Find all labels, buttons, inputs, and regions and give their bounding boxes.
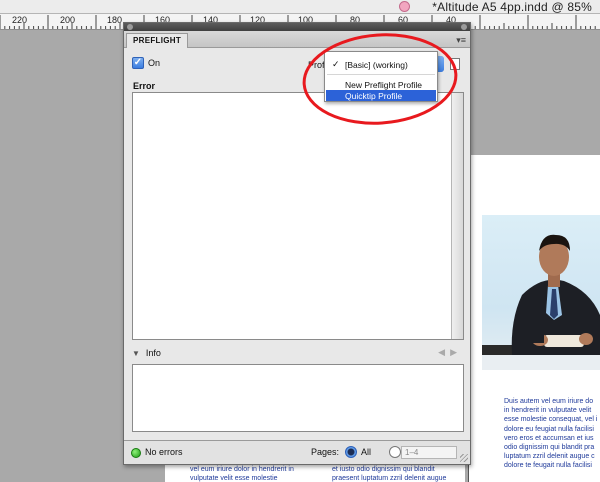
error-list-scrollbar[interactable] bbox=[451, 93, 463, 339]
menu-separator bbox=[327, 74, 435, 75]
define-profiles-icon[interactable] bbox=[450, 58, 460, 70]
menu-item-basic-working[interactable]: [Basic] (working) bbox=[345, 60, 408, 70]
page-body-text-mid[interactable]: et iusto odio dignissim qui blandit prae… bbox=[332, 465, 460, 482]
error-list[interactable] bbox=[132, 92, 464, 340]
collapse-icon[interactable] bbox=[461, 24, 467, 30]
pages-range-input[interactable]: 1–4 bbox=[401, 446, 457, 459]
pages-range-radio[interactable] bbox=[389, 446, 401, 458]
profile-dropdown-menu: ✓ [Basic] (working) New Preflight Profil… bbox=[324, 51, 438, 102]
info-label: Info bbox=[145, 348, 161, 358]
document-title: *Altitude A5 4pp.indd @ 85% bbox=[432, 0, 592, 14]
menu-item-new-preflight-profile[interactable]: New Preflight Profile bbox=[345, 80, 422, 90]
page-body-text-left[interactable]: vel eum iriure dolor in hendrerit in vul… bbox=[190, 465, 308, 482]
menu-item-quicktip-profile[interactable]: Quicktip Profile bbox=[345, 91, 402, 101]
ruler-number: 180 bbox=[107, 15, 123, 25]
resize-handle-icon[interactable] bbox=[460, 454, 468, 462]
disclosure-triangle-icon[interactable]: ▼ bbox=[132, 349, 140, 358]
tab-preflight[interactable]: PREFLIGHT bbox=[126, 33, 189, 48]
status-ok-icon bbox=[131, 448, 141, 458]
checkmark-icon: ✓ bbox=[332, 59, 340, 69]
pages-all-radio[interactable] bbox=[345, 446, 357, 458]
panel-title-grip[interactable] bbox=[124, 23, 470, 31]
error-column-header[interactable]: Error bbox=[133, 81, 155, 91]
photo-businessman[interactable] bbox=[482, 215, 600, 370]
on-label: On bbox=[148, 58, 161, 68]
document-title-bar: *Altitude A5 4pp.indd @ 85% bbox=[0, 0, 600, 14]
businessman-illustration bbox=[482, 234, 600, 370]
ruler-number: 220 bbox=[12, 15, 28, 25]
page-body-text-right[interactable]: Duis autem vel eum iriure do in hendreri… bbox=[504, 397, 600, 471]
close-icon[interactable] bbox=[127, 24, 133, 30]
status-text: No errors bbox=[145, 447, 183, 457]
pages-all-label: All bbox=[361, 447, 372, 457]
preflight-on-toggle[interactable]: ✓ On bbox=[132, 57, 160, 69]
on-checkbox[interactable]: ✓ bbox=[132, 57, 144, 69]
panel-tab-bar: PREFLIGHT ▾≡ bbox=[124, 31, 470, 48]
pages-label: Pages: bbox=[311, 447, 340, 457]
info-section-header[interactable]: ▼ Info ◀▶ bbox=[132, 346, 464, 360]
preflight-status-bar: No errors Pages: All 1–4 bbox=[124, 440, 470, 464]
panel-menu-icon[interactable]: ▾≡ bbox=[456, 35, 466, 46]
document-icon bbox=[399, 1, 410, 12]
ruler-number: 200 bbox=[60, 15, 76, 25]
info-box bbox=[132, 364, 464, 432]
info-navigation-arrows-icon[interactable]: ◀▶ bbox=[438, 347, 462, 358]
